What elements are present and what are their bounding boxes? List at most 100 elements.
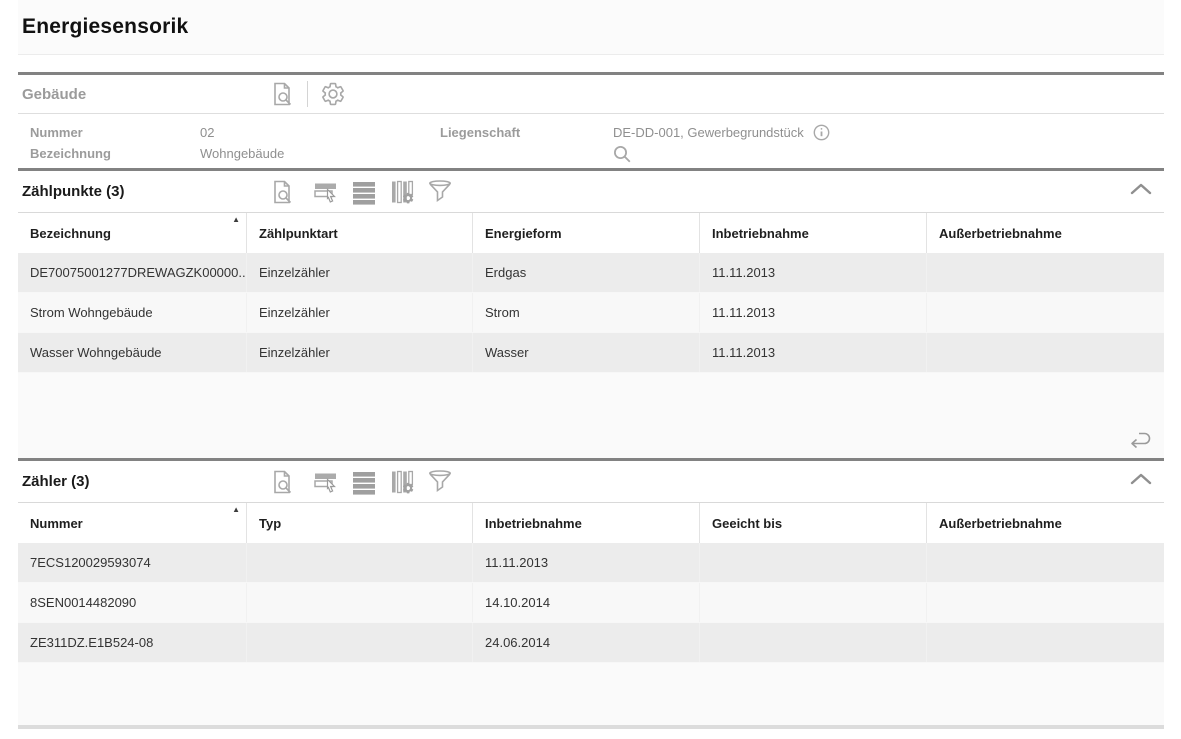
- chevron-up-icon: [1130, 183, 1152, 195]
- cell-ausserbetriebnahme: [927, 333, 1164, 372]
- bottom-divider: [18, 725, 1164, 729]
- cell-zaehlpunktart: Einzelzähler: [247, 333, 473, 372]
- table-row[interactable]: DE70075001277DREWAGZK00000... Einzelzähl…: [18, 253, 1164, 293]
- column-header-geeicht-bis[interactable]: Geeicht bis: [700, 503, 927, 543]
- nummer-label: Nummer: [30, 125, 200, 140]
- column-settings-icon: [389, 179, 415, 205]
- display-details-button[interactable]: [269, 179, 295, 205]
- cell-geeicht-bis: [700, 583, 927, 622]
- bezeichnung-value: Wohngebäude: [200, 146, 440, 161]
- search-icon[interactable]: [613, 145, 631, 163]
- column-settings-icon: [389, 469, 415, 495]
- column-settings-button[interactable]: [389, 179, 415, 205]
- cell-energieform: Wasser: [473, 333, 700, 372]
- liegenschaft-value: DE-DD-001, Gewerbegrundstück: [613, 125, 804, 140]
- sort-ascending-icon: ▲: [232, 503, 240, 517]
- liegenschaft-label: Liegenschaft: [440, 125, 613, 140]
- column-header-nummer[interactable]: Nummer ▲: [18, 503, 247, 543]
- filter-icon: [427, 469, 453, 495]
- cell-ausserbetriebnahme: [927, 583, 1164, 622]
- display-details-icon: [269, 179, 295, 205]
- display-details-button[interactable]: [269, 469, 295, 495]
- settings-button[interactable]: [320, 81, 346, 107]
- column-header-bezeichnung[interactable]: Bezeichnung ▲: [18, 213, 247, 253]
- zaehlpunkte-collapse-button[interactable]: [1130, 183, 1152, 195]
- toolbar-separator: [307, 81, 308, 107]
- zaehler-table: Nummer ▲ Typ Inbetriebnahme Geeicht bis …: [18, 502, 1164, 725]
- reset-button[interactable]: [1125, 426, 1154, 452]
- zaehler-table-footer: [18, 663, 1164, 725]
- sort-ascending-icon: ▲: [232, 213, 240, 227]
- display-details-button[interactable]: [269, 81, 295, 107]
- zaehlpunkte-table: Bezeichnung ▲ Zählpunktart Energieform I…: [18, 212, 1164, 458]
- zaehlpunkte-table-footer: [18, 373, 1164, 458]
- chevron-up-icon: [1130, 473, 1152, 485]
- cell-zaehlpunktart: Einzelzähler: [247, 253, 473, 292]
- gebaeude-section-title: Gebäude: [18, 86, 269, 103]
- page: Energiesensorik Gebäude Nummer 02 Liegen…: [0, 0, 1181, 729]
- display-details-icon: [269, 469, 295, 495]
- zaehlpunkte-table-header: Bezeichnung ▲ Zählpunktart Energieform I…: [18, 213, 1164, 253]
- cell-inbetriebnahme: 11.11.2013: [700, 253, 927, 292]
- column-settings-button[interactable]: [389, 469, 415, 495]
- bezeichnung-label: Bezeichnung: [30, 146, 200, 161]
- gebaeude-toolbar: [269, 81, 346, 107]
- zaehler-table-header: Nummer ▲ Typ Inbetriebnahme Geeicht bis …: [18, 503, 1164, 543]
- cell-energieform: Erdgas: [473, 253, 700, 292]
- column-header-ausserbetriebnahme[interactable]: Außerbetriebnahme: [927, 503, 1164, 543]
- zaehler-section-header: Zähler (3): [18, 461, 1164, 502]
- display-details-icon: [269, 81, 295, 107]
- cell-ausserbetriebnahme: [927, 623, 1164, 662]
- select-row-button[interactable]: [313, 469, 339, 495]
- cell-ausserbetriebnahme: [927, 543, 1164, 582]
- select-row-icon: [313, 469, 339, 495]
- zaehlpunkte-section-header: Zählpunkte (3): [18, 171, 1164, 212]
- select-row-icon: [313, 179, 339, 205]
- gebaeude-form: Nummer 02 Liegenschaft DE-DD-001, Gewerb…: [18, 113, 1164, 168]
- column-header-typ[interactable]: Typ: [247, 503, 473, 543]
- gebaeude-section-header: Gebäude: [18, 75, 1164, 113]
- table-row[interactable]: Strom Wohngebäude Einzelzähler Strom 11.…: [18, 293, 1164, 333]
- zaehlpunkte-section-title: Zählpunkte (3): [18, 183, 269, 200]
- filter-button[interactable]: [427, 469, 453, 495]
- cell-bezeichnung: DE70075001277DREWAGZK00000...: [18, 253, 247, 292]
- column-header-zaehlpunktart[interactable]: Zählpunktart: [247, 213, 473, 253]
- filter-icon: [427, 179, 453, 205]
- zaehler-toolbar: [269, 469, 453, 495]
- page-title: Energiesensorik: [18, 15, 188, 39]
- row-display-icon: [351, 179, 377, 205]
- table-row[interactable]: 8SEN0014482090 14.10.2014: [18, 583, 1164, 623]
- cell-nummer: 8SEN0014482090: [18, 583, 247, 622]
- cell-nummer: 7ECS120029593074: [18, 543, 247, 582]
- cell-typ: [247, 583, 473, 622]
- cell-inbetriebnahme: 11.11.2013: [473, 543, 700, 582]
- info-icon[interactable]: [813, 124, 830, 141]
- zaehler-collapse-button[interactable]: [1130, 473, 1152, 485]
- nummer-value: 02: [200, 125, 440, 140]
- cell-geeicht-bis: [700, 623, 927, 662]
- cell-inbetriebnahme: 24.06.2014: [473, 623, 700, 662]
- column-header-energieform[interactable]: Energieform: [473, 213, 700, 253]
- select-row-button[interactable]: [313, 179, 339, 205]
- zaehler-section-title: Zähler (3): [18, 473, 269, 490]
- zaehlpunkte-toolbar: [269, 179, 453, 205]
- filter-button[interactable]: [427, 179, 453, 205]
- cell-energieform: Strom: [473, 293, 700, 332]
- row-display-button[interactable]: [351, 179, 377, 205]
- gear-icon: [320, 81, 346, 107]
- table-row[interactable]: ZE311DZ.E1B524-08 24.06.2014: [18, 623, 1164, 663]
- table-row[interactable]: Wasser Wohngebäude Einzelzähler Wasser 1…: [18, 333, 1164, 373]
- cell-nummer: ZE311DZ.E1B524-08: [18, 623, 247, 662]
- cell-typ: [247, 543, 473, 582]
- column-header-ausserbetriebnahme[interactable]: Außerbetriebnahme: [927, 213, 1164, 253]
- cell-bezeichnung: Strom Wohngebäude: [18, 293, 247, 332]
- table-row[interactable]: 7ECS120029593074 11.11.2013: [18, 543, 1164, 583]
- cell-ausserbetriebnahme: [927, 253, 1164, 292]
- cell-inbetriebnahme: 11.11.2013: [700, 293, 927, 332]
- row-display-button[interactable]: [351, 469, 377, 495]
- column-header-inbetriebnahme[interactable]: Inbetriebnahme: [700, 213, 927, 253]
- row-display-icon: [351, 469, 377, 495]
- cell-zaehlpunktart: Einzelzähler: [247, 293, 473, 332]
- column-header-inbetriebnahme[interactable]: Inbetriebnahme: [473, 503, 700, 543]
- cell-inbetriebnahme: 14.10.2014: [473, 583, 700, 622]
